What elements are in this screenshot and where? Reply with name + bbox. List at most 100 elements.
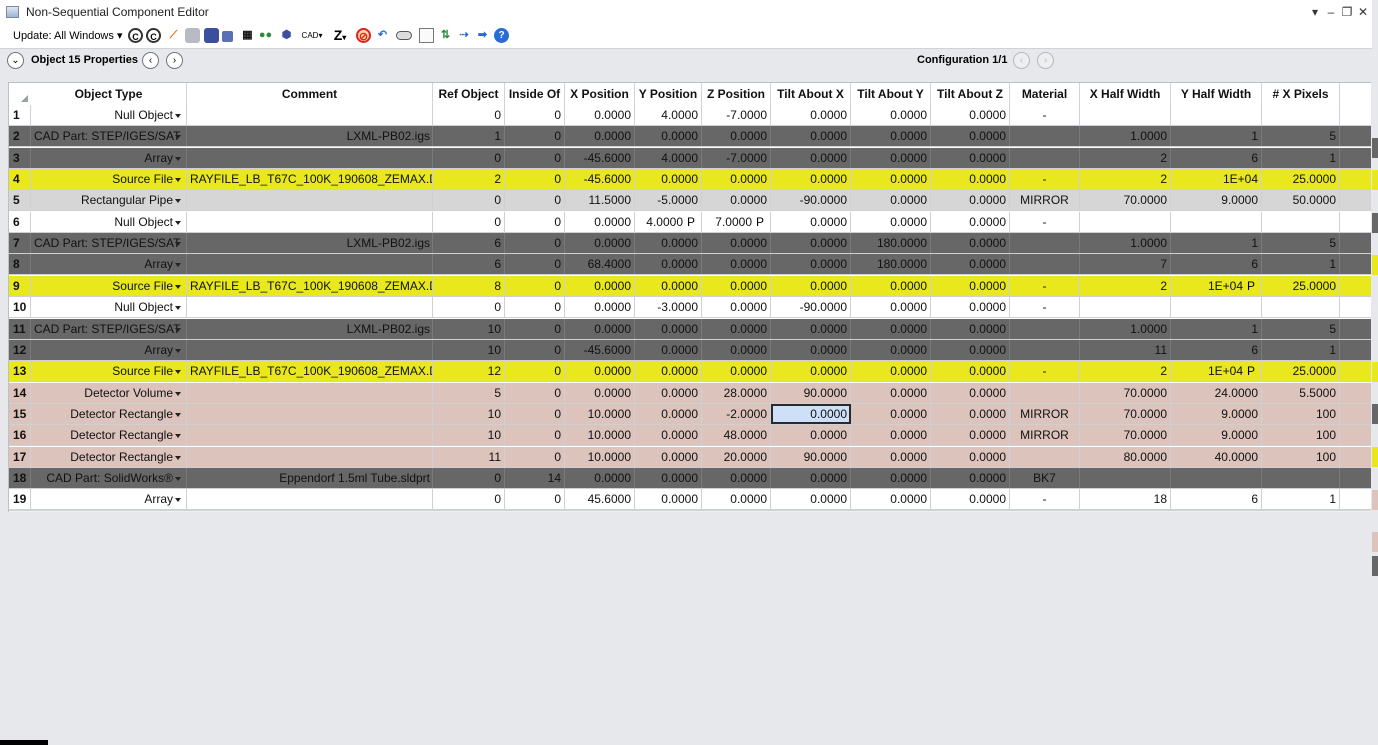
ref-object-cell[interactable]: 0 [433, 211, 505, 232]
z-position-cell[interactable]: 0.0000 [702, 233, 771, 254]
object-type-dropdown[interactable]: Source File [31, 169, 187, 190]
x-half-width-cell[interactable]: 70.0000 [1080, 382, 1171, 403]
x-position-cell[interactable]: 68.4000 [565, 254, 635, 275]
comment-cell[interactable] [187, 190, 433, 211]
x-pixels-cell[interactable] [1262, 105, 1340, 125]
material-cell[interactable]: - [1010, 105, 1080, 125]
table-row[interactable]: 13 Source File RAYFILE_LB_T67C_100K_190608… [9, 361, 1371, 383]
tilt-z-cell[interactable]: 0.0000 [931, 425, 1010, 446]
row-number[interactable]: 5 [9, 190, 31, 211]
object-type-dropdown[interactable]: CAD Part: STEP/IGES/SAT [31, 318, 187, 339]
z-position-cell[interactable]: -7.0000 [702, 147, 771, 168]
x-half-width-cell[interactable] [1080, 297, 1171, 318]
tilt-x-cell[interactable]: -90.0000 [771, 297, 851, 318]
tilt-z-cell[interactable]: 0.0000 [931, 233, 1010, 254]
x-half-width-cell[interactable]: 80.0000 [1080, 446, 1171, 467]
tilt-x-cell[interactable]: 0.0000 [771, 467, 851, 488]
x-position-cell[interactable]: 0.0000 [565, 211, 635, 232]
y-half-width-cell[interactable]: 6 [1171, 339, 1262, 360]
table-row[interactable]: 16 Detector Rectangle 10 0 10.0000 0.0000 48.0… [9, 425, 1371, 447]
ignore-object-icon[interactable]: ⊘ [356, 28, 371, 43]
y-half-width-cell[interactable] [1171, 297, 1262, 318]
x-pixels-cell[interactable]: 5 [1262, 233, 1340, 254]
tilt-y-cell[interactable]: 180.0000 [851, 233, 931, 254]
x-half-width-cell[interactable]: 18 [1080, 489, 1171, 510]
x-position-cell[interactable]: 0.0000 [565, 297, 635, 318]
next-object-button[interactable]: › [166, 52, 183, 69]
column-header[interactable]: Y Position [635, 83, 702, 105]
z-position-cell[interactable]: 0.0000 [702, 126, 771, 147]
ref-object-cell[interactable]: 6 [433, 233, 505, 254]
material-cell[interactable]: BK7 [1010, 467, 1080, 488]
row-number[interactable]: 19 [9, 489, 31, 510]
tilt-x-cell[interactable]: 0.0000 [771, 169, 851, 190]
tilt-y-cell[interactable]: 0.0000 [851, 403, 931, 424]
z-position-cell[interactable]: 0.0000 [702, 275, 771, 296]
tilt-z-cell[interactable]: 0.0000 [931, 489, 1010, 510]
z-position-cell[interactable]: 0.0000 [702, 297, 771, 318]
y-position-cell[interactable]: 0.0000 [635, 126, 702, 147]
tilt-y-cell[interactable]: 0.0000 [851, 425, 931, 446]
tilt-y-cell[interactable]: 0.0000 [851, 446, 931, 467]
object-type-dropdown[interactable]: Detector Rectangle [31, 425, 187, 446]
y-half-width-cell[interactable]: 9.0000 [1171, 403, 1262, 424]
inside-of-cell[interactable]: 0 [505, 190, 565, 211]
y-half-width-cell[interactable] [1171, 211, 1262, 232]
inside-of-cell[interactable]: 0 [505, 275, 565, 296]
y-position-cell[interactable]: 4.0000 [635, 147, 702, 168]
row-number[interactable]: 6 [9, 211, 31, 232]
row-number[interactable]: 18 [9, 467, 31, 488]
tilt-y-cell[interactable]: 0.0000 [851, 169, 931, 190]
comment-cell[interactable]: LXML-PB02.igs [187, 126, 433, 147]
column-header[interactable]: Z Position [702, 83, 771, 105]
x-position-cell[interactable]: 0.0000 [565, 382, 635, 403]
x-half-width-cell[interactable]: 1.0000 [1080, 318, 1171, 339]
solid-model-icon[interactable] [204, 28, 219, 43]
row-number[interactable]: 12 [9, 339, 31, 360]
tilt-z-cell[interactable]: 0.0000 [931, 105, 1010, 125]
table-row[interactable]: 2 CAD Part: STEP/IGES/SAT LXML-PB02.igs 1 0 0… [9, 126, 1371, 148]
toggle-icon[interactable] [396, 31, 412, 40]
material-cell[interactable]: - [1010, 169, 1080, 190]
layout-icon[interactable]: ⟋ [166, 28, 181, 43]
select-all-corner[interactable] [9, 83, 31, 105]
comment-cell[interactable]: Eppendorf 1.5ml Tube.sldprt [187, 467, 433, 488]
ref-object-cell[interactable]: 2 [433, 169, 505, 190]
double-arrow-icon[interactable]: ⇢ [455, 28, 473, 43]
object-type-dropdown[interactable]: Detector Rectangle [31, 403, 187, 424]
table-row[interactable]: 5 Rectangular Pipe 0 0 11.5000 -5.0000 0.0000-… [9, 190, 1371, 212]
object-type-dropdown[interactable]: Source File [31, 275, 187, 296]
next-config-button[interactable]: › [1037, 52, 1054, 69]
z-position-cell[interactable]: 0.0000 [702, 169, 771, 190]
inside-of-cell[interactable]: 0 [505, 105, 565, 125]
column-header[interactable]: Tilt About Z [931, 83, 1010, 105]
tilt-z-cell[interactable]: 0.0000 [931, 169, 1010, 190]
update-dropdown[interactable]: Update: All Windows ▾ [13, 29, 122, 42]
x-half-width-cell[interactable]: 70.0000 [1080, 425, 1171, 446]
shaded-model-icon[interactable] [185, 28, 200, 43]
x-pixels-cell[interactable]: 1 [1262, 339, 1340, 360]
y-position-cell[interactable]: -3.0000 [635, 297, 702, 318]
object-type-dropdown[interactable]: Array [31, 147, 187, 168]
swap-icon[interactable]: ⇅ [438, 28, 453, 43]
material-cell[interactable] [1010, 382, 1080, 403]
x-pixels-cell[interactable] [1262, 211, 1340, 232]
table-row[interactable]: 6 Null Object 0 0 0.0000 4.0000 P 7.0000 P 0.0000… [9, 211, 1371, 233]
ref-object-cell[interactable]: 5 [433, 382, 505, 403]
x-pixels-cell[interactable]: 1 [1262, 147, 1340, 168]
tilt-z-cell[interactable]: 0.0000 [931, 147, 1010, 168]
y-half-width-cell[interactable]: 24.0000 [1171, 382, 1262, 403]
x-half-width-cell[interactable]: 70.0000 [1080, 190, 1171, 211]
tilt-y-cell[interactable]: 0.0000 [851, 126, 931, 147]
ref-object-cell[interactable]: 10 [433, 339, 505, 360]
inside-of-cell[interactable]: 0 [505, 318, 565, 339]
tilt-z-cell[interactable]: 0.0000 [931, 467, 1010, 488]
row-number[interactable]: 11 [9, 318, 31, 339]
z-position-cell[interactable]: 28.0000 [702, 382, 771, 403]
y-position-cell[interactable]: 0.0000 [635, 233, 702, 254]
tilt-z-cell[interactable]: 0.0000 [931, 318, 1010, 339]
inside-of-cell[interactable]: 0 [505, 403, 565, 424]
x-position-cell[interactable]: 11.5000 [565, 190, 635, 211]
row-number[interactable]: 17 [9, 446, 31, 467]
y-position-cell[interactable]: 0.0000 [635, 425, 702, 446]
